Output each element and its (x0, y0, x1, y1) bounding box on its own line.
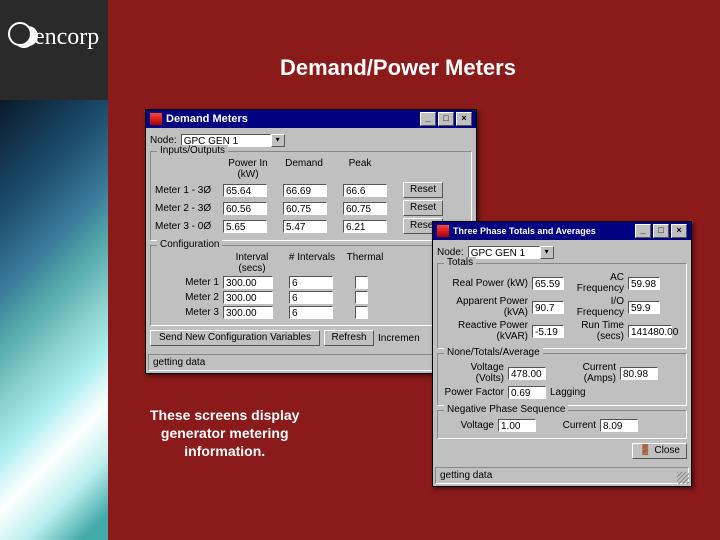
avg-group: None/Totals/Average Voltage (Volts)478.0… (437, 353, 687, 406)
apparent-power-field[interactable]: 90.7 (532, 301, 564, 314)
interval-field[interactable]: 300.00 (223, 291, 273, 304)
status-bar: getting data (148, 354, 474, 371)
app-icon (437, 225, 449, 237)
window-title: Demand Meters (166, 113, 248, 125)
send-config-button[interactable]: Send New Configuration Variables (150, 330, 320, 346)
totals-group: Totals Real Power (kW)65.59AC Frequency5… (437, 263, 687, 349)
door-icon: 🚪 (639, 445, 651, 456)
io-group: Inputs/Outputs Power In (kW) Demand Peak… (150, 151, 472, 241)
meter-row: Meter 3 - 0Ø5.655.476.21Reset (155, 218, 467, 234)
reset-button[interactable]: Reset (403, 200, 443, 216)
meter-label: Meter 1 - 3Ø (155, 185, 219, 196)
thermal-checkbox[interactable] (355, 291, 368, 304)
meter-label: Meter 3 - 0Ø (155, 221, 219, 232)
minimize-button[interactable]: _ (420, 112, 436, 126)
config-row: Meter 1 300.00 6 (155, 276, 467, 289)
nintervals-field[interactable]: 6 (289, 291, 333, 304)
cfg-label: Meter 2 (155, 292, 219, 303)
col-nintervals: # Intervals (287, 252, 337, 274)
maximize-button[interactable]: □ (653, 224, 669, 238)
cfg-label: Meter 1 (155, 277, 219, 288)
col-peak: Peak (335, 158, 385, 180)
meter-row: Meter 2 - 3Ø 60.56 60.75 60.75 Reset (155, 200, 467, 216)
io-freq-field[interactable]: 59.9 (628, 301, 660, 314)
pf-field[interactable]: 0.69 (508, 386, 546, 399)
demand-meters-window: Demand Meters _ □ × Node: GPC GEN 1▾ Inp… (145, 109, 477, 374)
node-select[interactable]: GPC GEN 1▾ (468, 246, 554, 259)
col-thermal: Thermal (343, 252, 387, 274)
nintervals-field[interactable]: 6 (289, 276, 333, 289)
power-field[interactable]: 5.65 (223, 220, 267, 233)
voltage-field[interactable]: 478.00 (508, 367, 546, 380)
close-button[interactable]: 🚪 Close (632, 443, 687, 459)
peak-field[interactable]: 60.75 (343, 202, 387, 215)
interval-field[interactable]: 300.00 (223, 306, 273, 319)
ac-freq-field[interactable]: 59.98 (628, 277, 660, 290)
col-demand: Demand (279, 158, 329, 180)
meter-label: Meter 2 - 3Ø (155, 203, 219, 214)
neg-voltage-field[interactable]: 1.00 (498, 419, 536, 432)
page-title: Demand/Power Meters (280, 55, 516, 81)
refresh-button[interactable]: Refresh (324, 330, 374, 346)
nintervals-field[interactable]: 6 (289, 306, 333, 319)
caption: These screens displaygenerator meteringi… (150, 406, 299, 461)
demand-field[interactable]: 60.75 (283, 202, 327, 215)
titlebar[interactable]: Demand Meters _ □ × (146, 110, 476, 128)
reset-button[interactable]: Reset (403, 182, 443, 198)
demand-field[interactable]: 5.47 (283, 220, 327, 233)
neg-current-field[interactable]: 8.09 (600, 419, 638, 432)
close-button[interactable]: × (456, 112, 472, 126)
resize-handle[interactable] (677, 472, 689, 484)
window-title: Three Phase Totals and Averages (453, 226, 596, 236)
reactive-power-field[interactable]: -5.19 (532, 325, 564, 338)
demand-field[interactable]: 66.69 (283, 184, 327, 197)
neg-phase-group: Negative Phase Sequence Voltage1.00Curre… (437, 410, 687, 439)
brand-logo: encorp (8, 22, 99, 51)
config-row: Meter 2 300.00 6 (155, 291, 467, 304)
chevron-down-icon[interactable]: ▾ (271, 134, 285, 147)
run-time-field[interactable]: 141480.00 (628, 325, 672, 338)
current-field[interactable]: 80.98 (620, 367, 658, 380)
app-icon (150, 113, 162, 125)
status-bar: getting data (435, 467, 689, 484)
thermal-checkbox[interactable] (355, 306, 368, 319)
close-button[interactable]: × (671, 224, 687, 238)
config-group: Configuration Th Interval (secs) # Inter… (150, 245, 472, 326)
minimize-button[interactable]: _ (635, 224, 651, 238)
thermal-checkbox[interactable] (355, 276, 368, 289)
interval-field[interactable]: 300.00 (223, 276, 273, 289)
chevron-down-icon[interactable]: ▾ (540, 246, 554, 259)
power-field[interactable]: 60.56 (223, 202, 267, 215)
config-row: Meter 3 300.00 6 (155, 306, 467, 319)
cfg-label: Meter 3 (155, 307, 219, 318)
three-phase-window: Three Phase Totals and Averages _ □ × No… (432, 221, 692, 487)
real-power-field[interactable]: 65.59 (532, 277, 564, 290)
meter-row: Meter 1 - 3Ø 65.64 66.69 66.6 Reset (155, 182, 467, 198)
peak-field[interactable]: 66.6 (343, 184, 387, 197)
sidebar-art (0, 100, 108, 540)
col-power: Power In (kW) (223, 158, 273, 180)
maximize-button[interactable]: □ (438, 112, 454, 126)
col-interval: Interval (secs) (223, 252, 281, 274)
power-field[interactable]: 65.64 (223, 184, 267, 197)
titlebar[interactable]: Three Phase Totals and Averages _ □ × (433, 222, 691, 240)
peak-field[interactable]: 6.21 (343, 220, 387, 233)
